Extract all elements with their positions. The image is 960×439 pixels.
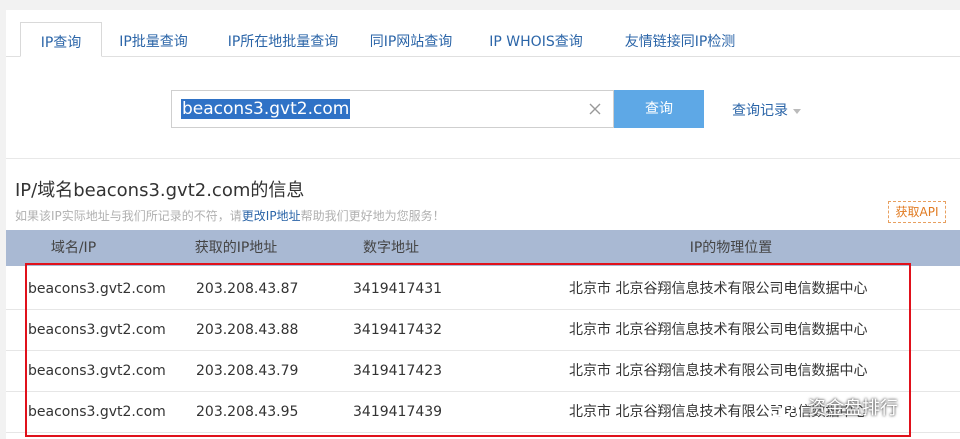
info-note: 如果该IP实际地址与我们所记录的不符，请更改IP地址帮助我们更好地为您服务！ <box>15 207 445 224</box>
query-history-dropdown[interactable]: 查询记录 <box>732 100 801 120</box>
search-input-value[interactable]: beacons3.gvt2.com <box>181 99 351 119</box>
tab-ip-whois[interactable]: IP WHOIS查询 <box>480 22 592 57</box>
change-ip-link[interactable]: 更改IP地址 <box>242 209 301 223</box>
watermark-text: 资金盘排行 <box>808 398 898 419</box>
info-note-after: 帮助我们更好地为您服务！ <box>300 209 445 223</box>
tab-bar: IP查询 IP批量查询 IP所在地批量查询 同IP网站查询 IP WHOIS查询… <box>6 10 960 57</box>
info-note-before: 如果该IP实际地址与我们所记录的不符，请 <box>15 209 242 223</box>
tab-ip-location-batch[interactable]: IP所在地批量查询 <box>218 22 348 57</box>
main-panel: IP查询 IP批量查询 IP所在地批量查询 同IP网站查询 IP WHOIS查询… <box>6 10 960 439</box>
tab-friendlink-same-ip[interactable]: 友情链接同IP检测 <box>610 22 750 57</box>
tab-same-ip-sites[interactable]: 同IP网站查询 <box>361 22 461 57</box>
search-input[interactable]: beacons3.gvt2.com <box>171 90 614 128</box>
info-title: IP/域名beacons3.gvt2.com的信息 <box>15 180 305 201</box>
column-header-ip: 获取的IP地址 <box>194 240 278 256</box>
table-header: 域名/IP 获取的IP地址 数字地址 IP的物理位置 <box>6 230 960 266</box>
divider <box>6 158 960 159</box>
caret-down-icon <box>793 108 801 114</box>
get-api-button[interactable]: 获取API <box>888 201 946 223</box>
query-history-label: 查询记录 <box>732 103 788 119</box>
column-header-domain: 域名/IP <box>50 240 97 256</box>
column-header-location: IP的物理位置 <box>689 240 773 256</box>
tab-ip-batch-query[interactable]: IP批量查询 <box>106 22 201 57</box>
watermark: 资金盘排行 <box>768 394 898 422</box>
tab-ip-query[interactable]: IP查询 <box>20 22 102 57</box>
wechat-icon <box>769 397 800 420</box>
column-header-number: 数字地址 <box>363 240 419 256</box>
clear-icon[interactable] <box>587 101 603 117</box>
search-button[interactable]: 查询 <box>614 90 704 128</box>
